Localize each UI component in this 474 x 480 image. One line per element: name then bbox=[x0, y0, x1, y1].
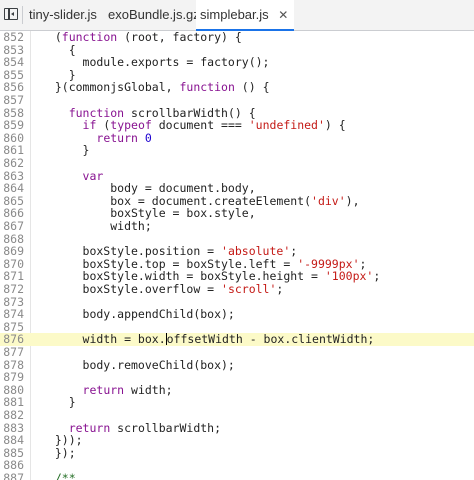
code-line[interactable]: 878 body.removeChild(box); bbox=[0, 357, 474, 372]
code-text: } bbox=[41, 396, 76, 409]
code-token: } bbox=[41, 395, 76, 410]
code-token: } bbox=[41, 143, 90, 158]
line-number: 887 bbox=[3, 471, 24, 480]
code-token: ), bbox=[345, 193, 360, 208]
line-number: 884 bbox=[3, 433, 24, 448]
tab-divider bbox=[22, 6, 23, 24]
code-token: offsetWidth - box.clientWidth; bbox=[166, 332, 375, 347]
code-line[interactable]: 867 width; bbox=[0, 220, 474, 233]
toggle-navigator-icon[interactable] bbox=[4, 8, 18, 20]
line-number: 879 bbox=[3, 370, 24, 385]
code-text: /** bbox=[41, 472, 76, 480]
line-number: 877 bbox=[3, 345, 24, 359]
code-editor[interactable]: 852 (function (root, factory) {853 {854 … bbox=[0, 31, 474, 480]
code-token: 'undefined' bbox=[248, 118, 325, 133]
code-token: width; bbox=[124, 382, 173, 397]
code-line[interactable]: 861 } bbox=[0, 144, 474, 157]
code-text: boxStyle.overflow = 'scroll'; bbox=[41, 282, 284, 296]
code-text: body.removeChild(box); bbox=[41, 357, 235, 372]
code-line[interactable]: 887 /** bbox=[0, 472, 474, 480]
code-line[interactable]: 876 width = box.offsetWidth - box.client… bbox=[0, 333, 474, 346]
line-number: 854 bbox=[3, 55, 24, 70]
tab-label: simplebar.js bbox=[200, 7, 269, 22]
line-number: 852 bbox=[3, 31, 24, 44]
code-token: }); bbox=[41, 445, 76, 460]
code-line[interactable]: 885 }); bbox=[0, 445, 474, 460]
line-number: 857 bbox=[3, 93, 24, 107]
code-token: width; bbox=[41, 219, 152, 233]
code-token: document === bbox=[151, 118, 249, 133]
tab-exobundle[interactable]: exoBundle.js.gz bbox=[108, 0, 200, 30]
line-number: 874 bbox=[3, 307, 24, 322]
code-token: /** bbox=[54, 471, 76, 480]
code-token: () { bbox=[234, 80, 270, 95]
code-text: }); bbox=[41, 445, 76, 460]
line-number: 882 bbox=[3, 408, 24, 422]
code-text: width = box.offsetWidth - box.clientWidt… bbox=[41, 332, 375, 347]
tab-tiny-slider[interactable]: tiny-slider.js bbox=[29, 0, 97, 30]
code-token: ; bbox=[373, 269, 381, 284]
code-text: }(commonjsGlobal, function () { bbox=[41, 81, 270, 94]
code-line[interactable]: 856 }(commonjsGlobal, function () { bbox=[0, 81, 474, 94]
tab-bar: tiny-slider.js exoBundle.js.gz simplebar… bbox=[0, 0, 474, 31]
code-text: width; bbox=[41, 220, 152, 233]
line-number: 864 bbox=[3, 181, 24, 196]
tab-simplebar[interactable]: simplebar.js ✕ bbox=[196, 0, 295, 31]
code-token: 'scroll' bbox=[221, 282, 277, 296]
code-token: (root, factory) { bbox=[117, 31, 242, 44]
code-text: } bbox=[41, 143, 90, 158]
code-token: scrollbarWidth; bbox=[110, 420, 222, 435]
code-token: body.removeChild(box); bbox=[41, 357, 235, 372]
line-number: 869 bbox=[3, 244, 24, 259]
code-line[interactable]: 874 body.appendChild(box); bbox=[0, 308, 474, 321]
code-token: ; bbox=[276, 282, 284, 296]
code-token: }(commonjsGlobal, bbox=[41, 80, 180, 95]
code-token: boxStyle.overflow = bbox=[41, 282, 222, 296]
code-token: '100px' bbox=[324, 269, 374, 284]
close-tab-icon[interactable]: ✕ bbox=[278, 0, 288, 30]
line-number: 872 bbox=[3, 282, 24, 296]
code-token: ) { bbox=[324, 118, 346, 133]
tab-label: tiny-slider.js bbox=[29, 7, 97, 22]
line-number: 862 bbox=[3, 156, 24, 170]
code-token: width = box. bbox=[41, 332, 166, 347]
code-text: body.appendChild(box); bbox=[41, 308, 235, 321]
code-token: 0 bbox=[144, 130, 152, 145]
code-line[interactable]: 872 boxStyle.overflow = 'scroll'; bbox=[0, 283, 474, 296]
code-token: body.appendChild(box); bbox=[41, 307, 235, 322]
code-line[interactable]: 881 } bbox=[0, 396, 474, 409]
code-token: function bbox=[179, 80, 235, 95]
tab-label: exoBundle.js.gz bbox=[108, 7, 200, 22]
line-number: 859 bbox=[3, 118, 24, 133]
line-number: 867 bbox=[3, 219, 24, 233]
code-token: return bbox=[96, 130, 138, 145]
code-token: return bbox=[82, 382, 125, 397]
code-token: 'div' bbox=[311, 193, 346, 208]
